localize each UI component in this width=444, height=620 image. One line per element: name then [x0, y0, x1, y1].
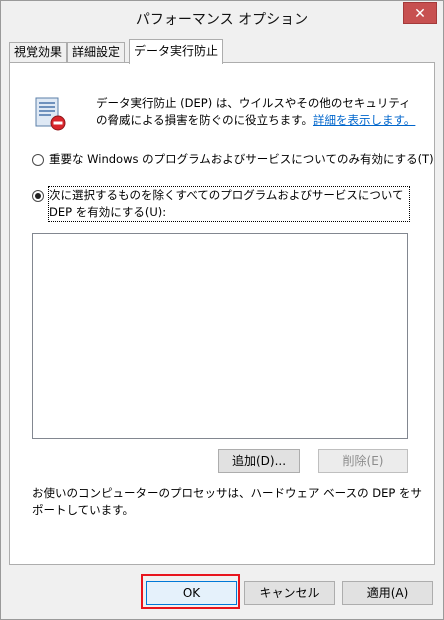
- title-bar: パフォーマンス オプション ✕: [1, 1, 443, 35]
- details-link[interactable]: 詳細を表示します。: [313, 113, 415, 127]
- tab-visual-effects[interactable]: 視覚効果: [9, 42, 68, 63]
- ok-button-highlight: [141, 574, 240, 609]
- tab-data-execution-prevention[interactable]: データ実行防止: [129, 39, 224, 64]
- dep-tab-panel: データ実行防止 (DEP) は、ウイルスやその他のセキュリティの脅威による損害を…: [9, 62, 435, 565]
- dep-shield-document-icon: [35, 97, 66, 131]
- window-title: パフォーマンス オプション: [135, 12, 309, 28]
- apply-button[interactable]: 適用(A): [342, 581, 433, 605]
- option-essential-only-label: 重要な Windows のプログラムおよびサービスについてのみ有効にする(T): [49, 152, 434, 166]
- close-icon: ✕: [414, 6, 426, 22]
- tab-advanced[interactable]: 詳細設定: [67, 42, 126, 63]
- close-button[interactable]: ✕: [403, 2, 437, 24]
- cancel-button[interactable]: キャンセル: [244, 581, 335, 605]
- processor-support-text: お使いのコンピューターのプロセッサは、ハードウェア ベースの DEP をサポート…: [32, 486, 422, 517]
- option-all-except-selected-label: 次に選択するものを除くすべてのプログラムおよびサービスについて DEP を有効に…: [48, 186, 410, 222]
- remove-button[interactable]: 削除(E): [318, 449, 408, 473]
- add-button[interactable]: 追加(D)...: [218, 449, 300, 473]
- dep-description: データ実行防止 (DEP) は、ウイルスやその他のセキュリティの脅威による損害を…: [96, 95, 416, 129]
- radio-essential-only[interactable]: [32, 154, 44, 166]
- performance-options-dialog: パフォーマンス オプション ✕ 視覚効果 詳細設定 データ実行防止 データ実行防…: [0, 0, 444, 620]
- radio-all-except-selected[interactable]: [32, 190, 44, 202]
- excluded-programs-list[interactable]: [32, 233, 408, 439]
